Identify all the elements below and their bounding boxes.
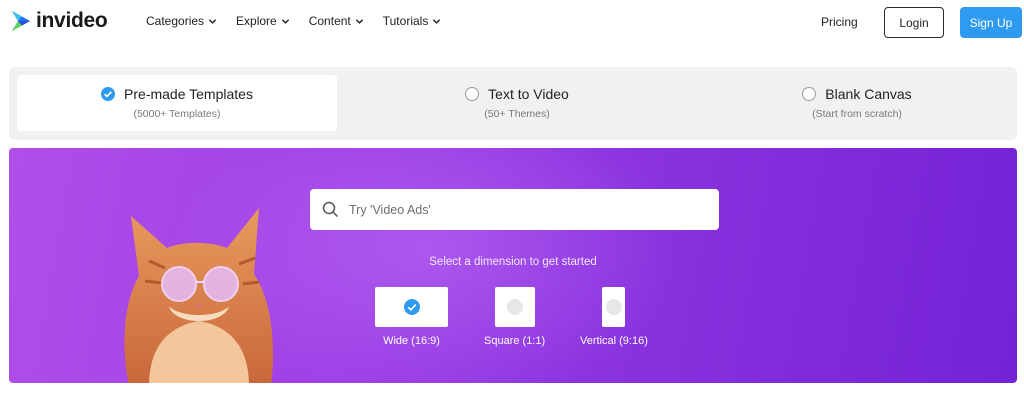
chevron-down-icon bbox=[355, 18, 363, 24]
radio-icon bbox=[506, 299, 523, 315]
dimension-label: Wide (16:9) bbox=[383, 335, 440, 347]
dimension-prompt: Select a dimension to get started bbox=[429, 256, 597, 268]
dimension-wide[interactable]: Wide (16:9) bbox=[375, 287, 448, 347]
login-button[interactable]: Login bbox=[884, 7, 944, 38]
menu-label: Content bbox=[308, 14, 351, 28]
menu-categories[interactable]: Categories bbox=[146, 14, 217, 28]
invideo-logo-icon bbox=[12, 11, 30, 31]
chevron-down-icon bbox=[433, 18, 441, 24]
dimension-label: Vertical (9:16) bbox=[580, 335, 648, 347]
tab-title: Text to Video bbox=[488, 86, 569, 102]
creation-mode-tabs: Pre-made Templates (5000+ Templates) Tex… bbox=[9, 67, 1017, 140]
radio-icon bbox=[465, 87, 480, 101]
top-navbar: invideo Categories Explore Content Tutor… bbox=[0, 0, 1024, 46]
hero-banner: Select a dimension to get started Wide (… bbox=[9, 148, 1017, 383]
dimension-square[interactable]: Square (1:1) bbox=[484, 287, 545, 347]
menu-label: Explore bbox=[236, 14, 277, 28]
dimension-preview-wide bbox=[375, 287, 448, 327]
tab-subtitle: (Start from scratch) bbox=[812, 108, 902, 120]
menu-label: Tutorials bbox=[382, 14, 429, 28]
dimension-label: Square (1:1) bbox=[484, 335, 546, 347]
search-icon bbox=[322, 201, 339, 218]
chevron-down-icon bbox=[281, 18, 289, 24]
pricing-link[interactable]: Pricing bbox=[821, 15, 858, 29]
brand-logo[interactable]: invideo bbox=[10, 8, 108, 34]
tab-text-to-video[interactable]: Text to Video (50+ Themes) bbox=[357, 75, 677, 131]
dimension-preview-square bbox=[494, 287, 535, 327]
tab-subtitle: (50+ Themes) bbox=[484, 108, 550, 120]
menu-content[interactable]: Content bbox=[309, 14, 364, 28]
signup-button[interactable]: Sign Up bbox=[960, 7, 1022, 38]
tab-title: Pre-made Templates bbox=[124, 86, 253, 102]
search-input[interactable] bbox=[349, 202, 689, 217]
dimension-options: Wide (16:9) Square (1:1) Vertical (9:16) bbox=[9, 287, 1017, 357]
menu-explore[interactable]: Explore bbox=[236, 14, 290, 28]
check-icon bbox=[101, 87, 116, 101]
brand-name: invideo bbox=[36, 9, 108, 32]
template-search-bar[interactable] bbox=[310, 189, 719, 230]
radio-icon bbox=[605, 299, 622, 315]
chevron-down-icon bbox=[208, 18, 217, 24]
check-icon bbox=[403, 299, 420, 315]
main-menu: Categories Explore Content Tutorials bbox=[146, 14, 441, 28]
tab-subtitle: (5000+ Templates) bbox=[133, 108, 221, 120]
menu-tutorials[interactable]: Tutorials bbox=[383, 14, 442, 28]
dimension-preview-vertical bbox=[602, 287, 626, 327]
radio-icon bbox=[802, 87, 817, 101]
dimension-vertical[interactable]: Vertical (9:16) bbox=[580, 287, 648, 347]
menu-label: Categories bbox=[146, 14, 205, 28]
tab-premade-templates[interactable]: Pre-made Templates (5000+ Templates) bbox=[17, 75, 337, 131]
tab-title: Blank Canvas bbox=[825, 86, 912, 102]
tab-blank-canvas[interactable]: Blank Canvas (Start from scratch) bbox=[697, 75, 1017, 131]
